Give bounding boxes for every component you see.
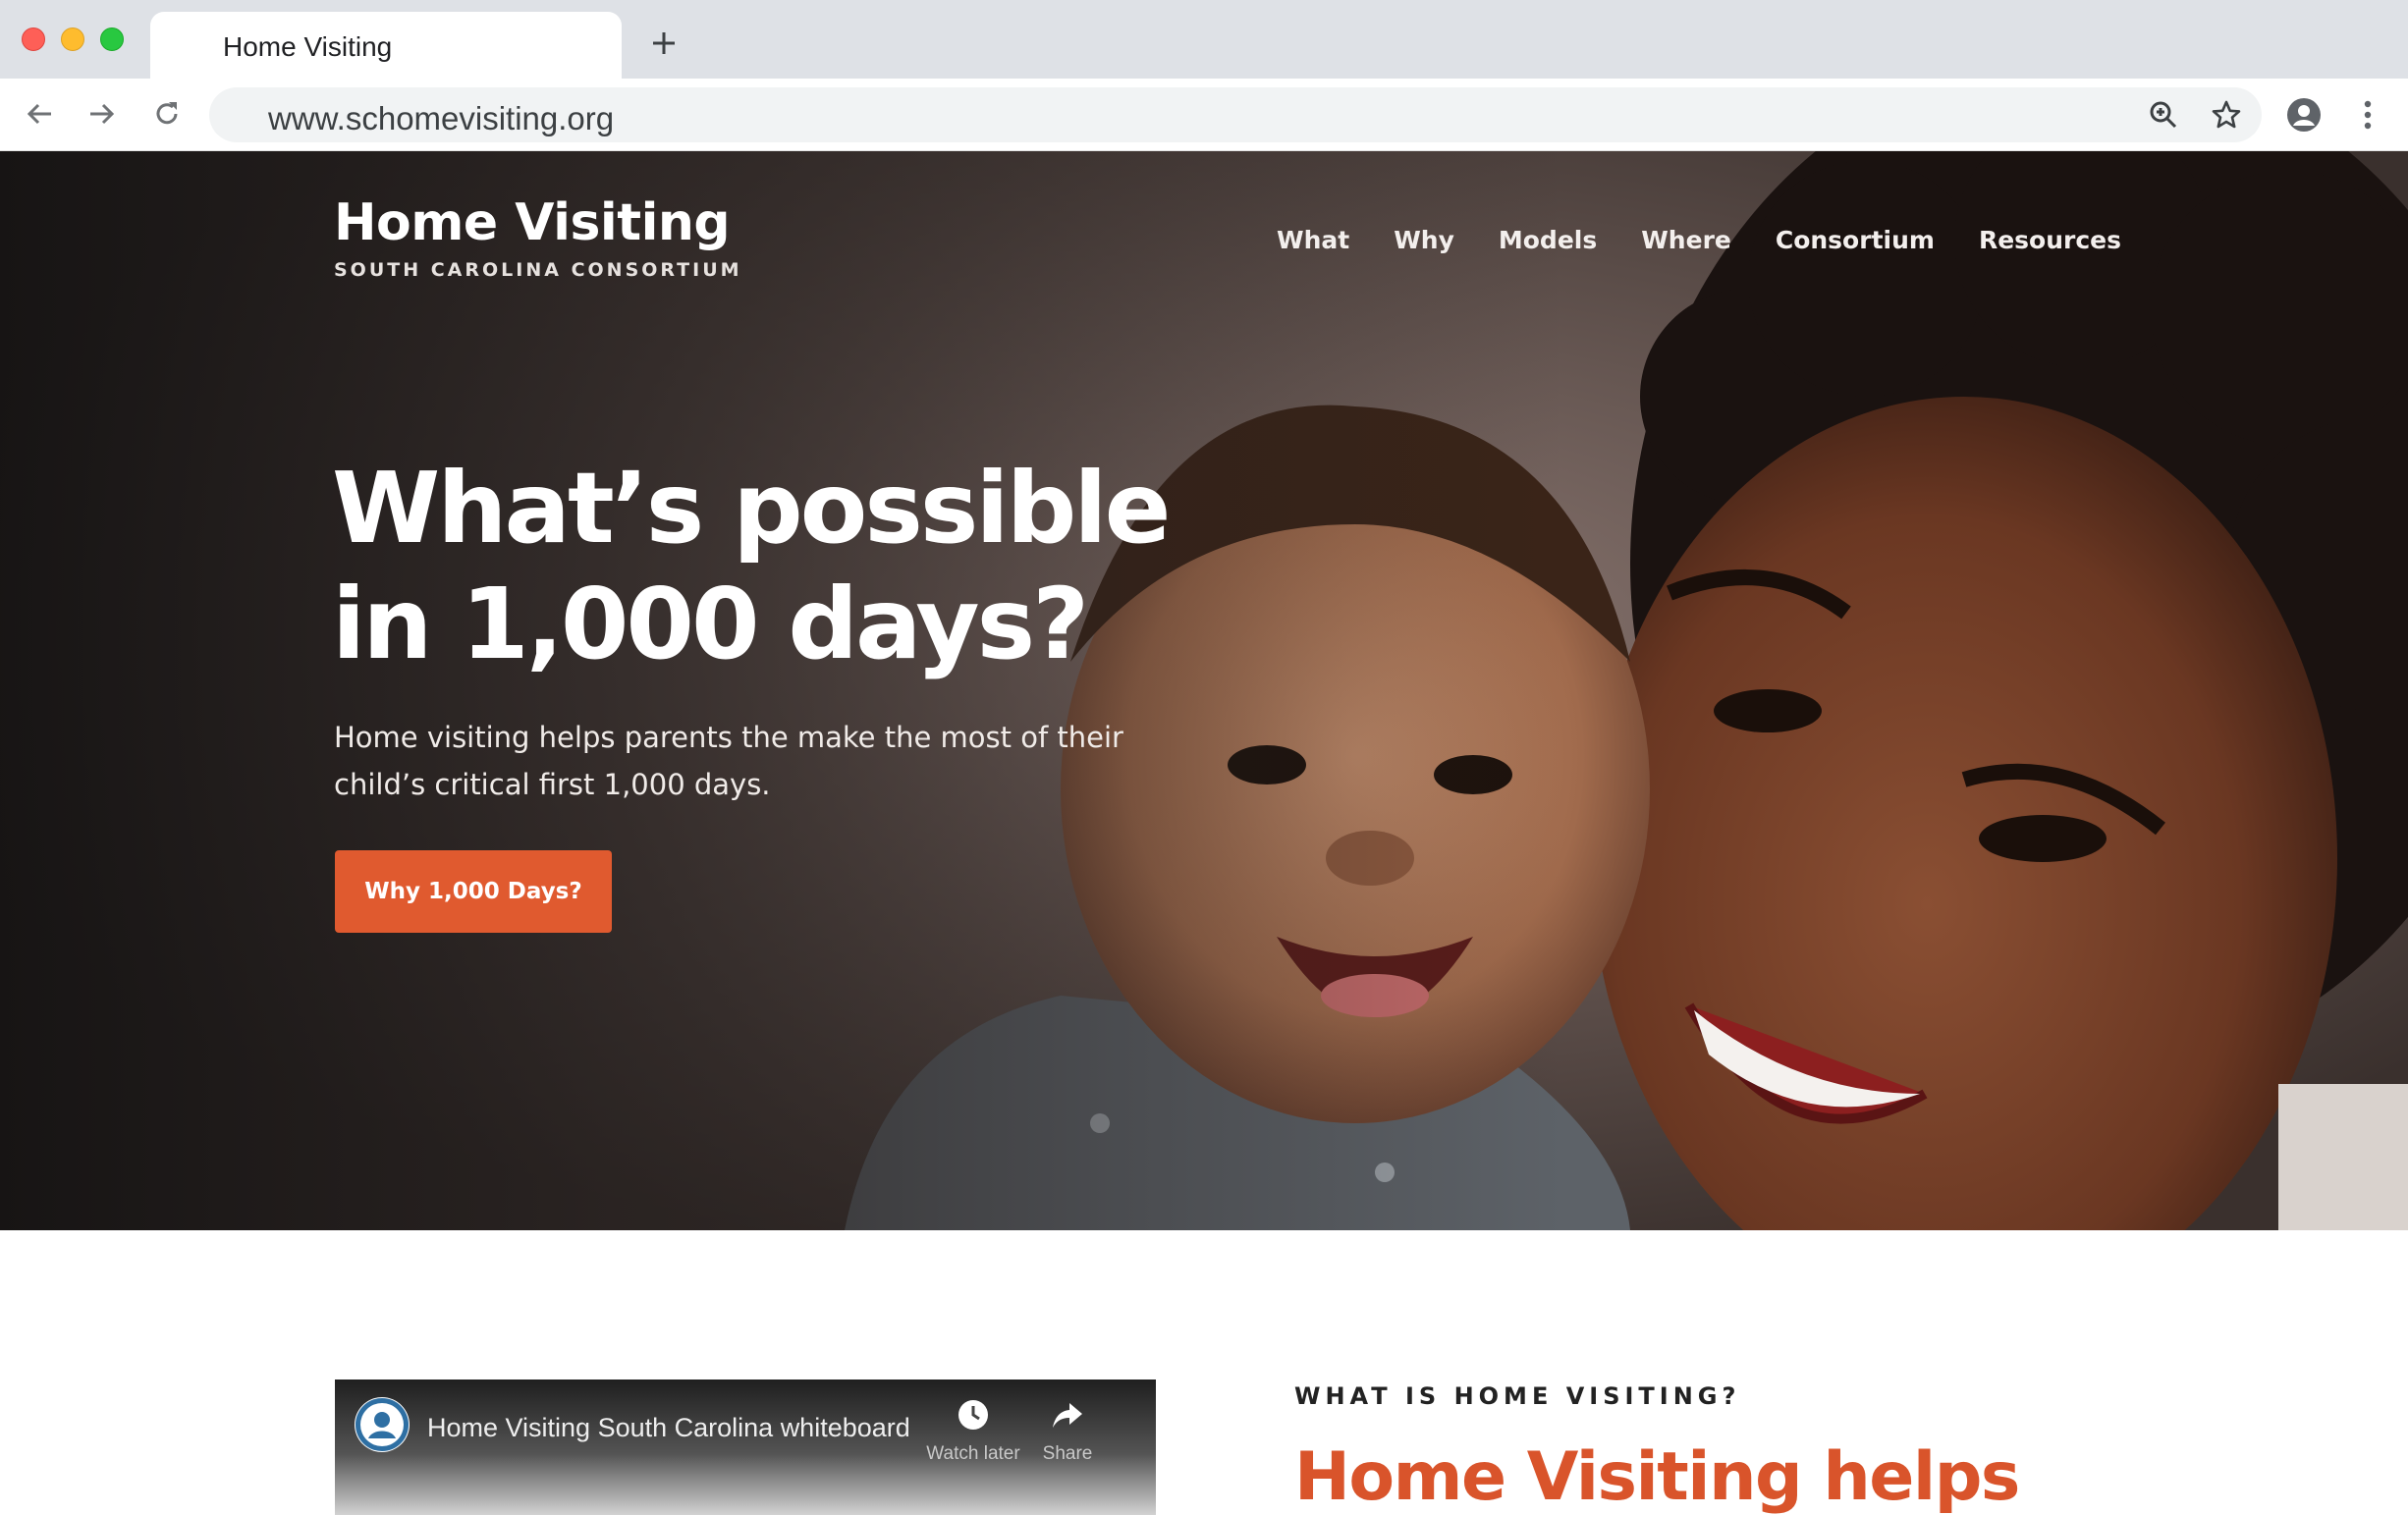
logo-subtitle: SOUTH CAROLINA CONSORTIUM	[334, 259, 742, 282]
watch-later-button[interactable]: Watch later	[914, 1397, 1032, 1465]
hero-headline-line2: in 1,000 days?	[332, 567, 1089, 681]
arrow-right-icon[interactable]	[82, 94, 122, 134]
nav-link-why[interactable]: Why	[1394, 226, 1454, 254]
zoom-in-icon[interactable]	[2144, 95, 2183, 135]
close-window-button[interactable]	[22, 27, 45, 51]
vertical-dots-icon[interactable]	[2351, 95, 2384, 135]
nav-link-consortium[interactable]: Consortium	[1776, 226, 1935, 254]
hero-headline: What’s possible in 1,000 days?	[332, 451, 1171, 682]
address-bar[interactable]: www.schomevisiting.org	[209, 87, 2262, 142]
browser-toolbar: www.schomevisiting.org	[0, 79, 2408, 151]
reload-icon[interactable]	[147, 94, 187, 134]
nav-link-where[interactable]: Where	[1641, 226, 1731, 254]
main-nav: What Why Models Where Consortium Resourc…	[1277, 226, 2121, 254]
hero-subcopy: Home visiting helps parents the make the…	[334, 721, 1123, 801]
tab-title: Home Visiting	[223, 31, 393, 62]
channel-avatar-icon[interactable]	[355, 1397, 410, 1452]
share-label: Share	[1042, 1443, 1093, 1464]
share-arrow-icon	[1053, 1403, 1082, 1428]
why-1000-days-button[interactable]: Why 1,000 Days?	[335, 850, 612, 933]
share-button[interactable]: Share	[1018, 1397, 1117, 1465]
logo-title: Home Visiting	[334, 193, 731, 252]
section-title: Home Visiting helps	[1294, 1438, 2020, 1515]
video-embed[interactable]: Home Visiting South Carolina whiteboard …	[335, 1380, 1156, 1515]
watch-later-label: Watch later	[926, 1443, 1020, 1464]
section-eyebrow: WHAT IS HOME VISITING?	[1294, 1382, 1741, 1410]
hero-section: Home Visiting SOUTH CAROLINA CONSORTIUM …	[0, 151, 2408, 1230]
video-title[interactable]: Home Visiting South Carolina whiteboard	[427, 1413, 910, 1443]
browser-titlebar: Home Visiting	[0, 0, 2408, 79]
star-icon[interactable]	[2207, 95, 2246, 135]
plus-icon[interactable]	[644, 24, 684, 63]
arrow-left-icon[interactable]	[20, 94, 59, 134]
account-circle-icon[interactable]	[2284, 95, 2324, 135]
url-text: www.schomevisiting.org	[268, 100, 615, 136]
hero-overlay	[0, 151, 2408, 1230]
nav-link-resources[interactable]: Resources	[1979, 226, 2121, 254]
nav-link-what[interactable]: What	[1277, 226, 1349, 254]
hero-headline-line1: What’s possible	[332, 451, 1171, 566]
browser-tab[interactable]: Home Visiting	[150, 12, 622, 79]
site-logo[interactable]: Home Visiting SOUTH CAROLINA CONSORTIUM	[334, 193, 742, 282]
minimize-window-button[interactable]	[61, 27, 84, 51]
nav-link-models[interactable]: Models	[1499, 226, 1597, 254]
clock-icon	[958, 1400, 988, 1430]
maximize-window-button[interactable]	[100, 27, 124, 51]
